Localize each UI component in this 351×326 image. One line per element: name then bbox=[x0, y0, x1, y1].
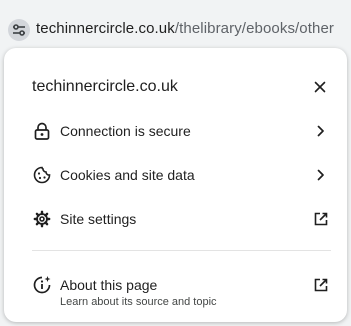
connection-secure-row[interactable]: Connection is secure bbox=[4, 112, 347, 152]
url-text[interactable]: techinnercircle.co.uk/thelibrary/ebooks/… bbox=[36, 20, 334, 37]
about-this-page-label: About this page bbox=[60, 277, 158, 293]
cookie-icon bbox=[32, 165, 52, 185]
open-external-icon bbox=[311, 209, 331, 229]
url-path: /thelibrary/ebooks/other bbox=[174, 20, 334, 37]
gear-icon bbox=[32, 209, 52, 229]
chevron-right-icon bbox=[311, 121, 331, 141]
popup-title: techinnercircle.co.uk bbox=[32, 78, 178, 95]
about-page-icon bbox=[32, 275, 52, 295]
tune-icon bbox=[12, 23, 26, 37]
about-this-page-sublabel: Learn about its source and topic bbox=[60, 296, 217, 308]
cookies-site-data-label: Cookies and site data bbox=[60, 167, 195, 183]
lock-icon bbox=[32, 121, 52, 141]
site-settings-label: Site settings bbox=[60, 211, 137, 227]
about-this-page-row[interactable]: About this page Learn about its source a… bbox=[4, 266, 347, 310]
open-external-icon bbox=[311, 275, 331, 295]
site-settings-row[interactable]: Site settings bbox=[4, 200, 347, 240]
site-info-popup: techinnercircle.co.uk Connection is secu… bbox=[4, 48, 347, 322]
close-icon bbox=[314, 81, 326, 93]
close-button[interactable] bbox=[309, 76, 331, 98]
omnibox[interactable]: techinnercircle.co.uk/thelibrary/ebooks/… bbox=[0, 0, 351, 44]
site-info-button[interactable] bbox=[8, 19, 30, 41]
cookies-site-data-row[interactable]: Cookies and site data bbox=[4, 156, 347, 196]
chevron-right-icon bbox=[311, 165, 331, 185]
divider bbox=[32, 250, 331, 251]
connection-secure-label: Connection is secure bbox=[60, 123, 191, 139]
url-domain: techinnercircle.co.uk bbox=[36, 20, 175, 37]
